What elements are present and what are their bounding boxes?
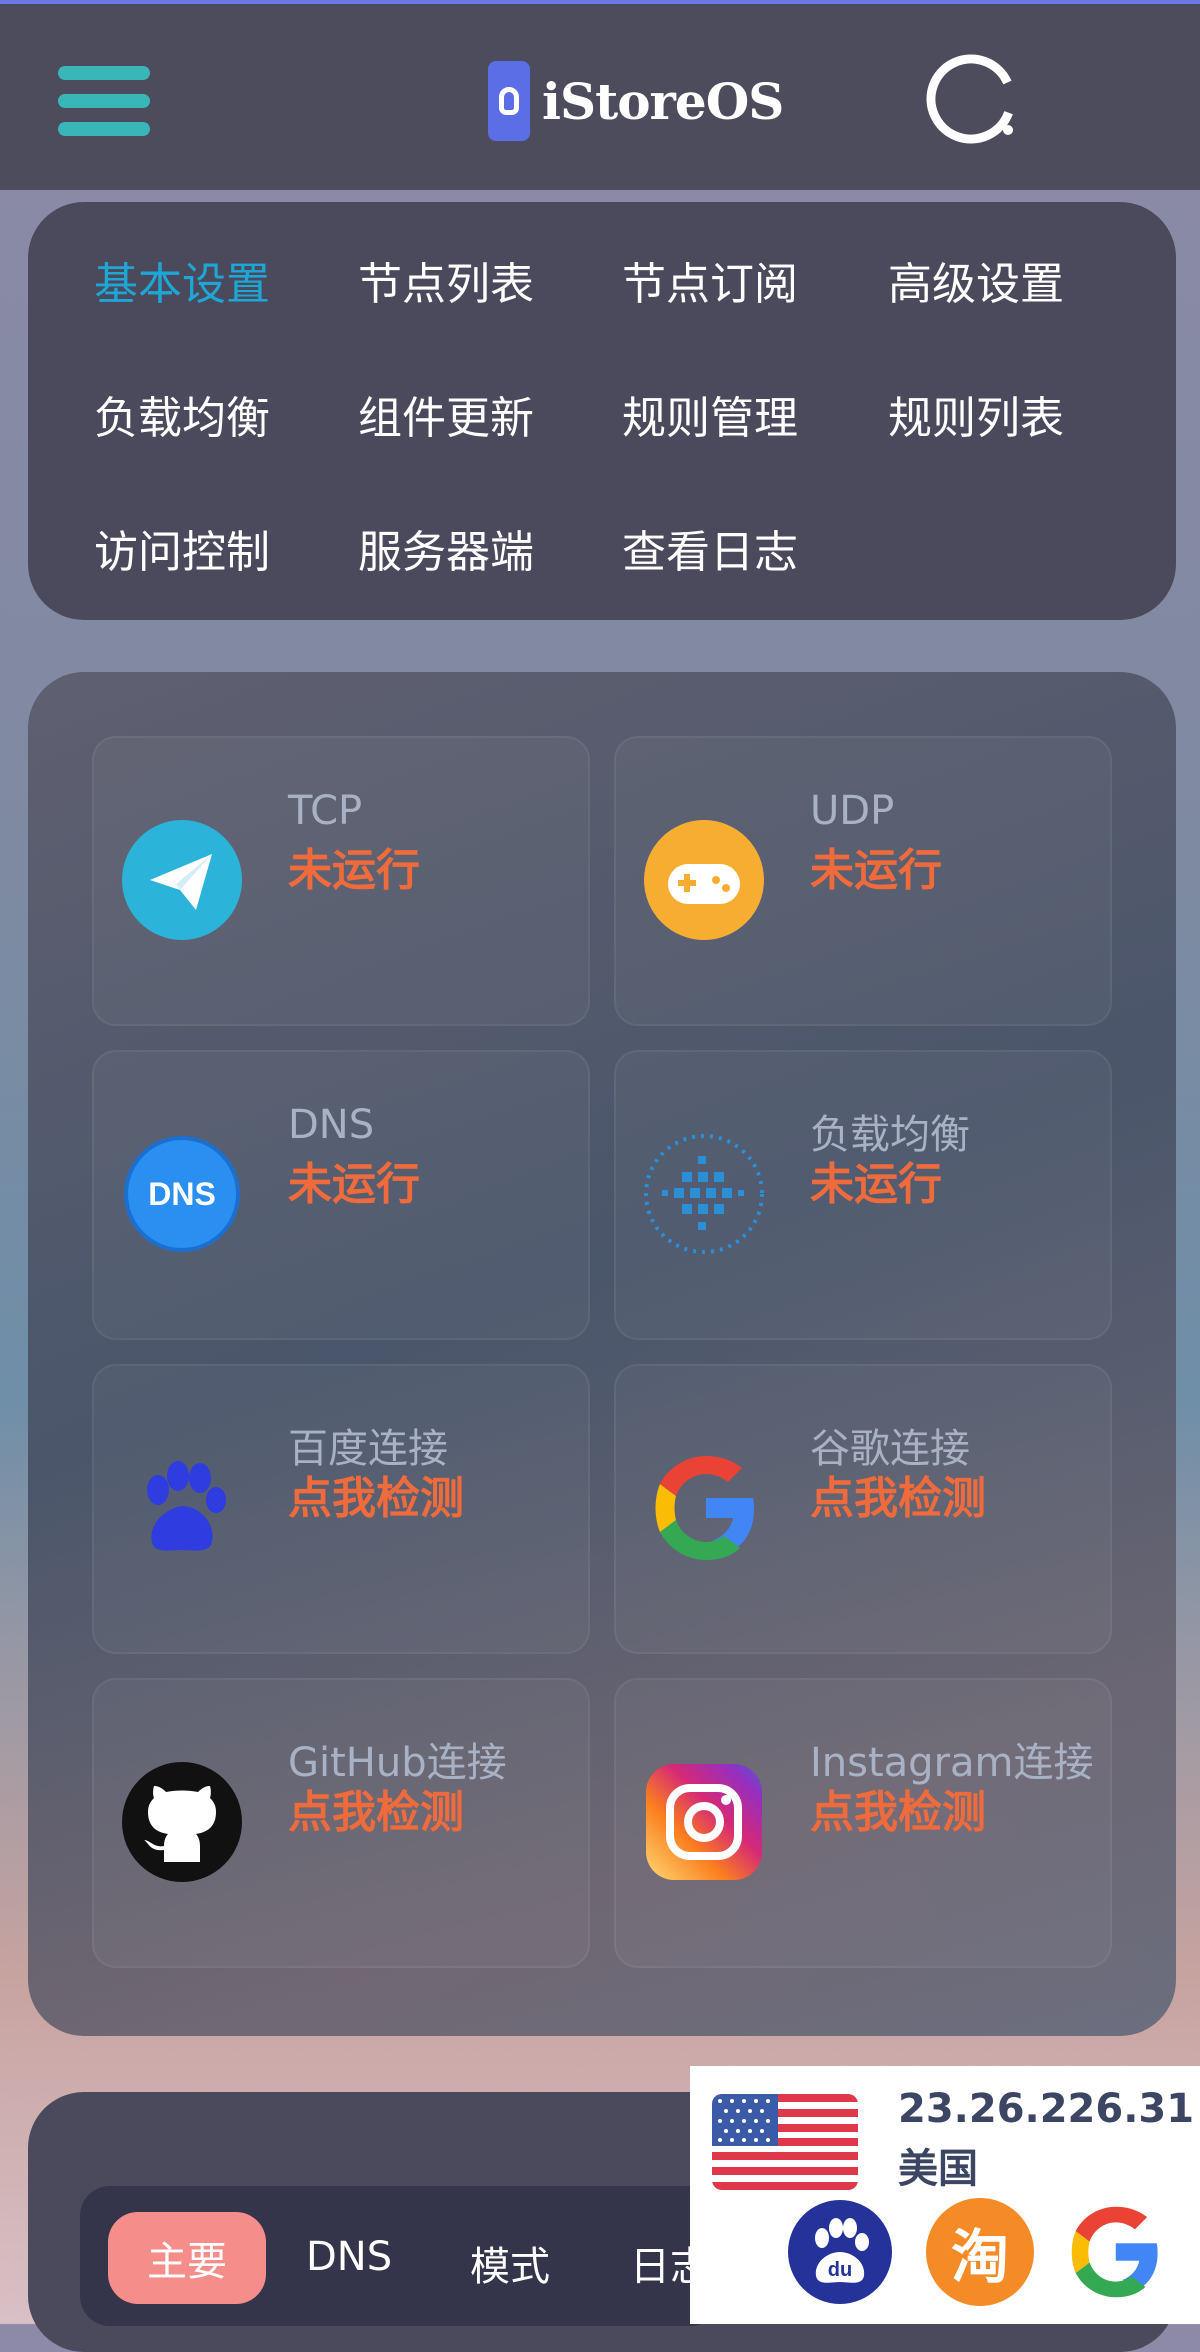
tcp-status-tile[interactable]: TCP 未运行	[92, 736, 590, 1026]
tile-title: TCP	[288, 788, 363, 834]
nav-item-server[interactable]: 服务器端	[358, 516, 534, 580]
tab-mode[interactable]: 模式	[470, 2234, 550, 2292]
ip-address: 23.26.226.31	[898, 2086, 1195, 2132]
status-panel: TCP 未运行 UDP 未运行 DNS DNS 未运行 负载均衡 未运行 百度连…	[28, 672, 1176, 2036]
baidu-icon[interactable]: du	[786, 2198, 894, 2306]
app-header: iStoreOS	[0, 4, 1200, 190]
tile-status: 点我检测	[288, 1473, 464, 1524]
baidu-paw-icon	[147, 1461, 226, 1551]
gamepad-icon	[644, 820, 764, 940]
app-logo[interactable]: iStoreOS	[488, 58, 784, 144]
google-check-tile[interactable]: 谷歌连接 点我检测	[614, 1364, 1112, 1654]
taobao-glyph: 淘	[950, 2223, 1009, 2291]
nav-item-advanced-settings[interactable]: 高级设置	[888, 248, 1064, 312]
taobao-icon[interactable]: 淘	[926, 2198, 1034, 2306]
tile-status: 未运行	[810, 1159, 942, 1210]
tile-status: 未运行	[810, 845, 942, 896]
config-tabbar: 主要 DNS 模式 日志	[80, 2186, 720, 2326]
tab-dns[interactable]: DNS	[306, 2234, 392, 2280]
udp-status-tile[interactable]: UDP 未运行	[614, 736, 1112, 1026]
svg-text:du: du	[828, 2259, 852, 2281]
instagram-icon	[646, 1764, 762, 1880]
baidu-check-tile[interactable]: 百度连接 点我检测	[92, 1364, 590, 1654]
tile-title: UDP	[810, 788, 895, 834]
ip-country: 美国	[898, 2146, 978, 2192]
tile-status: 未运行	[288, 1159, 420, 1210]
instagram-check-tile[interactable]: Instagram连接 点我检测	[614, 1678, 1112, 1968]
nav-item-rule-list[interactable]: 规则列表	[888, 382, 1064, 446]
github-icon	[122, 1762, 242, 1882]
dns-icon: DNS	[124, 1136, 240, 1252]
dns-status-tile[interactable]: DNS DNS 未运行	[92, 1050, 590, 1340]
nav-item-load-balance[interactable]: 负载均衡	[94, 382, 270, 446]
tile-status: 点我检测	[810, 1787, 986, 1838]
logo-text: iStoreOS	[542, 71, 784, 131]
ip-info-panel: 23.26.226.31 美国 du 淘	[690, 2066, 1200, 2324]
menu-bar-icon	[58, 122, 150, 136]
nav-item-component-update[interactable]: 组件更新	[358, 382, 534, 446]
github-check-tile[interactable]: GitHub连接 点我检测	[92, 1678, 590, 1968]
load-balance-icon	[644, 1134, 764, 1254]
menu-bar-icon	[58, 66, 150, 80]
search-icon[interactable]	[924, 52, 1022, 150]
settings-nav: 基本设置 节点列表 节点订阅 高级设置 负载均衡 组件更新 规则管理 规则列表 …	[28, 202, 1176, 620]
tile-title: DNS	[288, 1102, 375, 1148]
load-balance-status-tile[interactable]: 负载均衡 未运行	[614, 1050, 1112, 1340]
istore-logo-icon	[488, 61, 530, 141]
us-flag-icon	[712, 2094, 858, 2190]
nav-item-rule-manage[interactable]: 规则管理	[622, 382, 798, 446]
tab-main[interactable]: 主要	[108, 2212, 266, 2304]
google-icon	[655, 1456, 754, 1560]
tile-status: 点我检测	[288, 1787, 464, 1838]
nav-item-node-list[interactable]: 节点列表	[358, 248, 534, 312]
nav-item-view-log[interactable]: 查看日志	[622, 516, 798, 580]
tile-status: 点我检测	[810, 1473, 986, 1524]
google-icon[interactable]	[1060, 2198, 1168, 2306]
nav-item-basic-settings[interactable]: 基本设置	[94, 248, 270, 312]
nav-item-node-subscribe[interactable]: 节点订阅	[622, 248, 798, 312]
paper-plane-icon	[122, 820, 242, 940]
menu-button[interactable]	[58, 66, 154, 136]
tile-status: 未运行	[288, 845, 420, 896]
nav-item-access-control[interactable]: 访问控制	[94, 516, 270, 580]
svg-text:DNS: DNS	[148, 1176, 216, 1212]
menu-bar-icon	[58, 94, 150, 108]
